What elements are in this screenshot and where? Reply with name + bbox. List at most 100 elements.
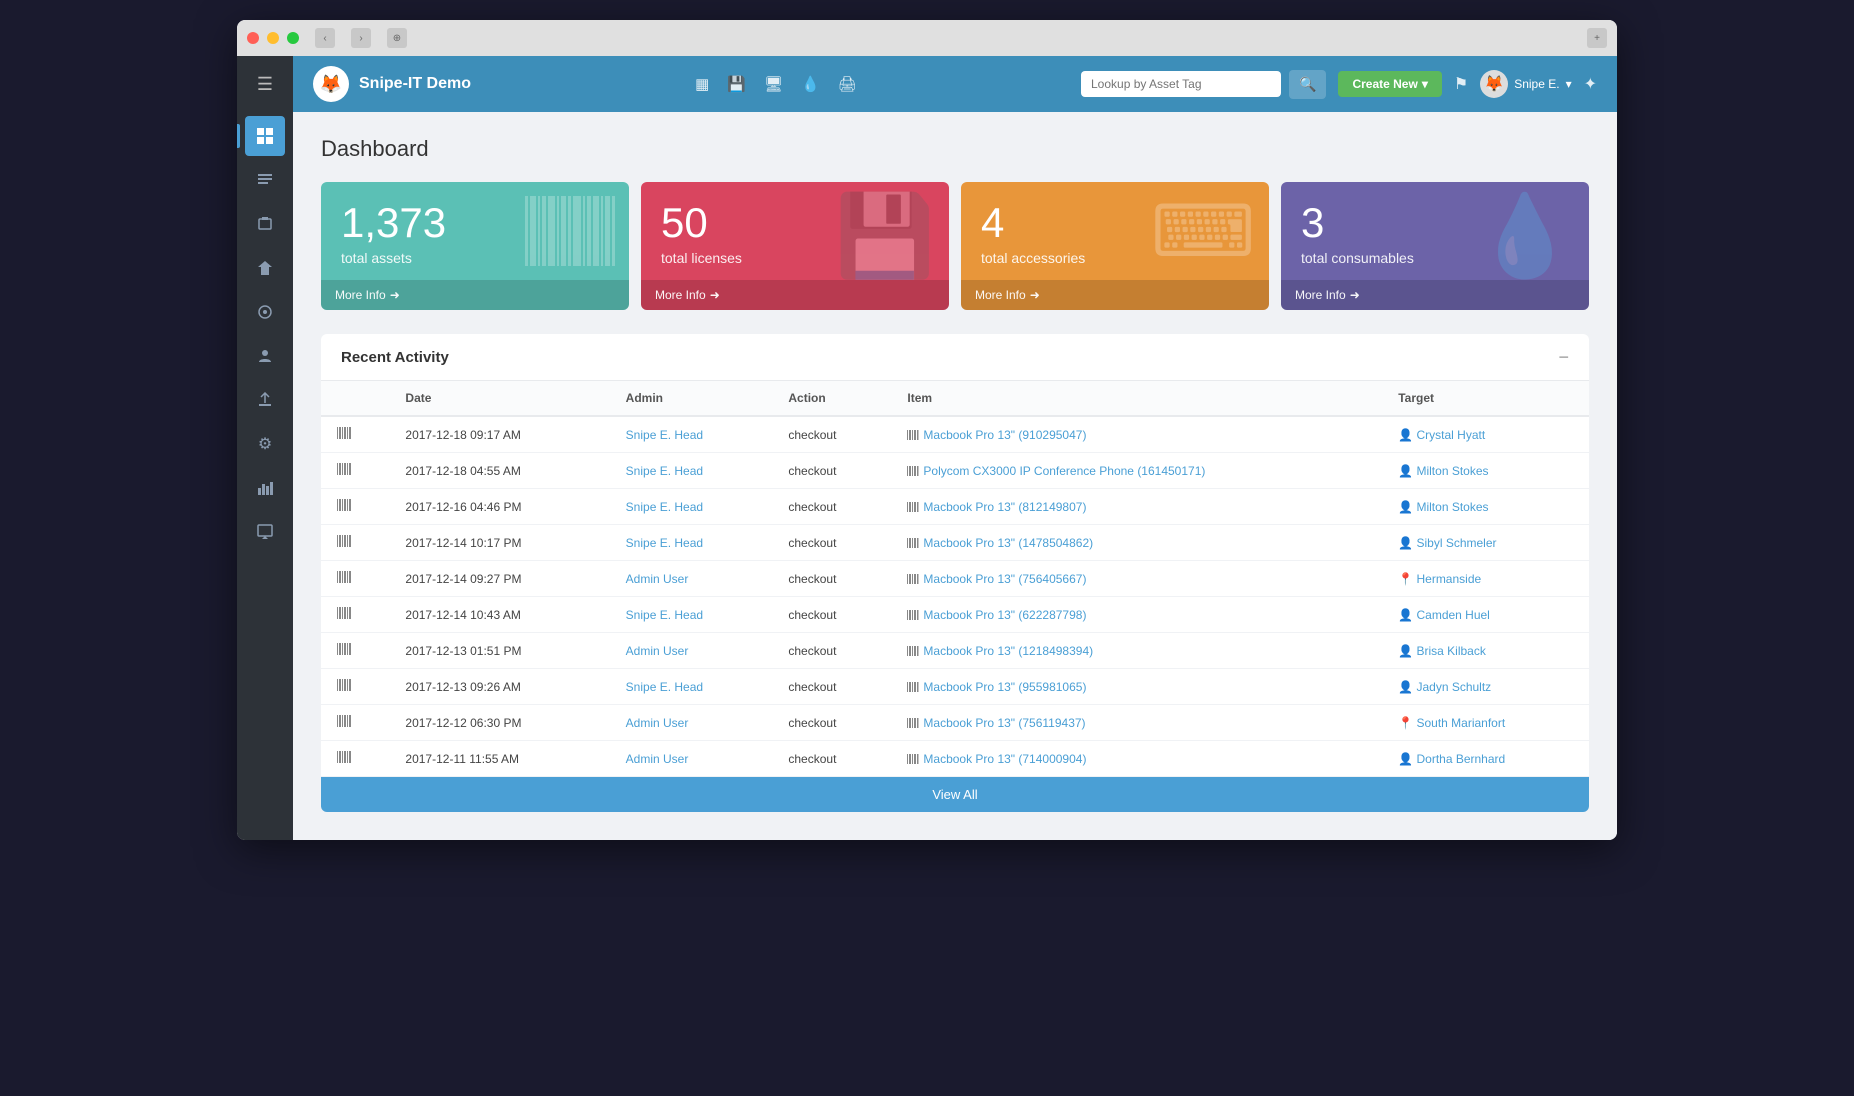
- create-new-button[interactable]: Create New ▾: [1338, 71, 1441, 97]
- sidebar-item-menu[interactable]: ☰: [245, 64, 285, 104]
- row-target[interactable]: 📍 Hermanside: [1382, 561, 1589, 597]
- sidebar-item-consumables[interactable]: [245, 248, 285, 288]
- stat-card-consumables[interactable]: 💧 3 total consumables More Info ➜: [1281, 182, 1589, 310]
- brand-name: Snipe-IT Demo: [359, 75, 471, 93]
- licenses-more-info[interactable]: More Info ➜: [641, 280, 949, 310]
- row-barcode-icon: [321, 561, 389, 597]
- table-row: 2017-12-18 04:55 AMSnipe E. Headcheckout…: [321, 453, 1589, 489]
- sidebar: ☰ ⚙: [237, 56, 293, 840]
- nav-icon-assets[interactable]: ▦: [695, 75, 709, 93]
- row-barcode-icon: [321, 669, 389, 705]
- row-admin[interactable]: Snipe E. Head: [610, 597, 773, 633]
- topnav: 🦊 Snipe-IT Demo ▦ 💾 🖥 💧 🖨 🔍 Create New: [293, 56, 1617, 112]
- row-target[interactable]: 👤 Dortha Bernhard: [1382, 741, 1589, 777]
- titlebar-action[interactable]: +: [1587, 28, 1607, 48]
- row-target[interactable]: 👤 Jadyn Schultz: [1382, 669, 1589, 705]
- flag-button[interactable]: ⚑: [1454, 74, 1468, 94]
- nav-icon-licenses[interactable]: 💾: [727, 75, 746, 93]
- row-item[interactable]: Macbook Pro 13" (622287798): [891, 597, 1382, 633]
- row-admin[interactable]: Snipe E. Head: [610, 489, 773, 525]
- user-menu[interactable]: 🦊 Snipe E. ▾: [1480, 70, 1571, 98]
- row-item[interactable]: Macbook Pro 13" (955981065): [891, 669, 1382, 705]
- row-date: 2017-12-13 01:51 PM: [389, 633, 609, 669]
- row-target[interactable]: 👤 Camden Huel: [1382, 597, 1589, 633]
- main-content: Dashboard: [293, 112, 1617, 840]
- activity-rows: 2017-12-18 09:17 AMSnipe E. Headcheckout…: [321, 416, 1589, 777]
- sidebar-item-accessories[interactable]: [245, 204, 285, 244]
- minimize-button[interactable]: [267, 32, 279, 44]
- assets-more-info[interactable]: More Info ➜: [321, 280, 629, 310]
- sidebar-item-components[interactable]: [245, 292, 285, 332]
- share-button[interactable]: ✦: [1584, 74, 1597, 94]
- table-row: 2017-12-13 09:26 AMSnipe E. Headcheckout…: [321, 669, 1589, 705]
- accessories-more-info[interactable]: More Info ➜: [961, 280, 1269, 310]
- stat-card-licenses[interactable]: 💾 50 total licenses More Info ➜: [641, 182, 949, 310]
- collapse-button[interactable]: −: [1558, 348, 1569, 366]
- view-all-button[interactable]: View All: [321, 777, 1589, 812]
- search-button[interactable]: 🔍: [1289, 70, 1326, 99]
- row-date: 2017-12-16 04:46 PM: [389, 489, 609, 525]
- close-button[interactable]: [247, 32, 259, 44]
- row-action: checkout: [772, 705, 891, 741]
- sidebar-item-reports[interactable]: [245, 468, 285, 508]
- row-admin[interactable]: Admin User: [610, 633, 773, 669]
- sidebar-item-settings[interactable]: ⚙: [245, 424, 285, 464]
- activity-table: Date Admin Action Item Target 2017-12-18…: [321, 381, 1589, 777]
- row-action: checkout: [772, 669, 891, 705]
- row-admin[interactable]: Admin User: [610, 741, 773, 777]
- row-item[interactable]: Polycom CX3000 IP Conference Phone (1614…: [891, 453, 1382, 489]
- sidebar-item-upload[interactable]: [245, 380, 285, 420]
- row-admin[interactable]: Snipe E. Head: [610, 416, 773, 453]
- col-item: Item: [891, 381, 1382, 416]
- activity-panel: Recent Activity − Date Admin Action Item: [321, 334, 1589, 812]
- row-action: checkout: [772, 489, 891, 525]
- nav-icon-screens[interactable]: 🖥: [764, 75, 783, 93]
- stat-card-accessories[interactable]: ⌨ 4 total accessories More Info ➜: [961, 182, 1269, 310]
- sidebar-item-users[interactable]: [245, 336, 285, 376]
- row-date: 2017-12-11 11:55 AM: [389, 741, 609, 777]
- row-item[interactable]: Macbook Pro 13" (812149807): [891, 489, 1382, 525]
- row-item[interactable]: Macbook Pro 13" (1218498394): [891, 633, 1382, 669]
- row-action: checkout: [772, 561, 891, 597]
- refresh-button[interactable]: ⊕: [387, 28, 407, 48]
- row-target[interactable]: 📍 South Marianfort: [1382, 705, 1589, 741]
- maximize-button[interactable]: [287, 32, 299, 44]
- row-item[interactable]: Macbook Pro 13" (910295047): [891, 416, 1382, 453]
- row-barcode-icon: [321, 489, 389, 525]
- row-admin[interactable]: Admin User: [610, 561, 773, 597]
- forward-button[interactable]: ›: [351, 28, 371, 48]
- stat-card-assets[interactable]: 1,373 total assets More Info ➜: [321, 182, 629, 310]
- row-barcode-icon: [321, 741, 389, 777]
- row-admin[interactable]: Admin User: [610, 705, 773, 741]
- consumables-more-info[interactable]: More Info ➜: [1281, 280, 1589, 310]
- row-barcode-icon: [321, 525, 389, 561]
- row-admin[interactable]: Snipe E. Head: [610, 669, 773, 705]
- row-target[interactable]: 👤 Sibyl Schmeler: [1382, 525, 1589, 561]
- nav-icon-liquid[interactable]: 💧: [801, 75, 820, 93]
- sidebar-item-help[interactable]: [245, 512, 285, 552]
- table-row: 2017-12-16 04:46 PMSnipe E. Headcheckout…: [321, 489, 1589, 525]
- sidebar-item-dashboard[interactable]: [245, 116, 285, 156]
- row-target[interactable]: 👤 Milton Stokes: [1382, 453, 1589, 489]
- row-action: checkout: [772, 525, 891, 561]
- row-admin[interactable]: Snipe E. Head: [610, 453, 773, 489]
- back-button[interactable]: ‹: [315, 28, 335, 48]
- row-action: checkout: [772, 597, 891, 633]
- sidebar-item-licenses[interactable]: [245, 160, 285, 200]
- col-date: [321, 381, 389, 416]
- row-date: 2017-12-12 06:30 PM: [389, 705, 609, 741]
- row-admin[interactable]: Snipe E. Head: [610, 525, 773, 561]
- row-barcode-icon: [321, 633, 389, 669]
- nav-icon-print[interactable]: 🖨: [838, 75, 857, 93]
- table-row: 2017-12-14 10:43 AMSnipe E. Headcheckout…: [321, 597, 1589, 633]
- row-date: 2017-12-14 09:27 PM: [389, 561, 609, 597]
- row-item[interactable]: Macbook Pro 13" (1478504862): [891, 525, 1382, 561]
- row-item[interactable]: Macbook Pro 13" (756119437): [891, 705, 1382, 741]
- row-item[interactable]: Macbook Pro 13" (714000904): [891, 741, 1382, 777]
- search-input[interactable]: [1081, 71, 1281, 97]
- row-target[interactable]: 👤 Milton Stokes: [1382, 489, 1589, 525]
- row-item[interactable]: Macbook Pro 13" (756405667): [891, 561, 1382, 597]
- row-target[interactable]: 👤 Crystal Hyatt: [1382, 416, 1589, 453]
- brand-avatar: 🦊: [313, 66, 349, 102]
- row-target[interactable]: 👤 Brisa Kilback: [1382, 633, 1589, 669]
